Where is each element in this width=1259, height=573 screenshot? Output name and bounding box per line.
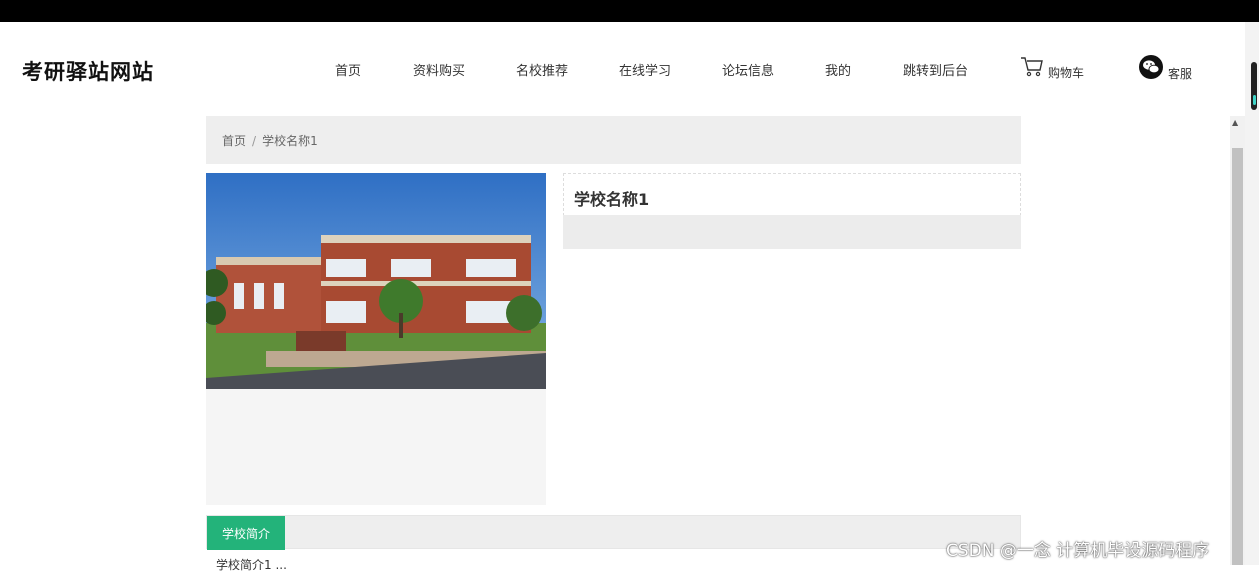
nav-mine[interactable]: 我的 (825, 60, 851, 79)
nav-school-recommend[interactable]: 名校推荐 (516, 60, 568, 79)
nav-admin[interactable]: 跳转到后台 (903, 60, 968, 79)
nav-materials[interactable]: 资料购买 (413, 60, 465, 79)
school-name: 学校名称1 (574, 190, 650, 209)
site-logo[interactable]: 考研驿站网站 (22, 56, 154, 86)
breadcrumb-separator: / (252, 134, 257, 148)
tab-school-intro[interactable]: 学校简介 (207, 516, 285, 550)
scroll-up-icon[interactable]: ▲ (1232, 118, 1238, 127)
nav-service[interactable]: 客服 (1138, 54, 1192, 84)
school-photo-panel (206, 173, 546, 505)
outer-scrollbar-marker (1253, 95, 1256, 105)
service-label: 客服 (1168, 66, 1193, 81)
nav-online-study[interactable]: 在线学习 (619, 60, 671, 79)
cart-label: 购物车 (1048, 65, 1085, 80)
inner-scrollbar-thumb[interactable] (1232, 148, 1243, 565)
school-info-bar (563, 215, 1021, 249)
window-top-bar (0, 0, 1259, 22)
breadcrumb: 首页 / 学校名称1 (206, 116, 1021, 164)
watermark: CSDN @一念 计算机毕设源码程序 (946, 541, 1210, 561)
cart-icon (1020, 56, 1044, 82)
school-photo (206, 173, 546, 389)
detail-tabs: 学校简介 (206, 515, 1021, 550)
nav-cart[interactable]: 购物车 (1020, 56, 1084, 82)
school-title-box: 学校名称1 (563, 173, 1021, 216)
wechat-icon (1138, 54, 1164, 84)
breadcrumb-home[interactable]: 首页 (222, 134, 246, 148)
nav-forum[interactable]: 论坛信息 (722, 60, 774, 79)
nav-home[interactable]: 首页 (335, 60, 361, 79)
breadcrumb-current: 学校名称1 (262, 134, 318, 148)
